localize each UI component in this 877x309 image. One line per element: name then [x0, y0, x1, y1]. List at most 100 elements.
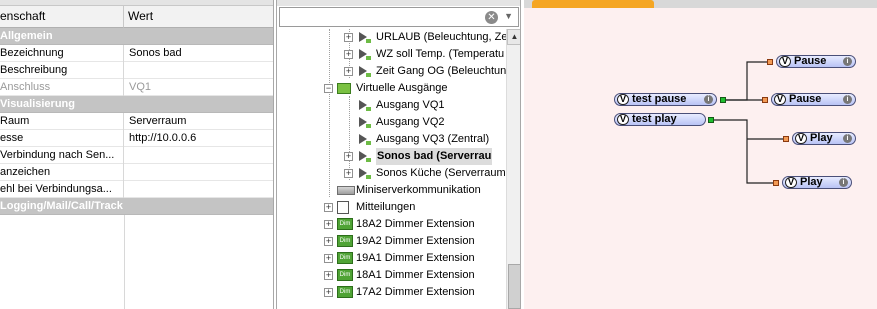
arrow-output-icon [357, 167, 373, 180]
expand-icon[interactable]: + [344, 67, 353, 76]
arrow-output-icon [357, 116, 373, 129]
property-name: Verbindung nach Sen... [0, 147, 124, 164]
dimmer-icon: Dim [337, 269, 353, 281]
output-port[interactable] [720, 97, 726, 103]
input-port[interactable] [783, 136, 789, 142]
search-input[interactable] [280, 8, 480, 26]
dimmer-icon: Dim [337, 286, 353, 298]
property-name: Raum [0, 113, 124, 130]
tree-item-label: Sonos bad (Serverrau [376, 148, 493, 165]
block-label: Play [810, 132, 833, 144]
property-value[interactable]: http://10.0.0.6 [129, 130, 273, 146]
network-icon [337, 186, 355, 195]
virtual-badge: V [795, 133, 807, 144]
expand-icon[interactable]: + [324, 220, 333, 229]
category-visualisierung[interactable]: Visualisierung [0, 96, 273, 113]
expand-icon[interactable]: + [324, 203, 333, 212]
category-label: Logging/Mail/Call/Track [0, 200, 123, 212]
block-label: Play [800, 176, 823, 188]
dimmer-icon: Dim [337, 218, 353, 230]
property-value[interactable]: Sonos bad [129, 45, 273, 61]
tree-item-label: 17A2 Dimmer Extension [356, 286, 475, 298]
property-row-fehler[interactable]: ehl bei Verbindungsa... [0, 181, 273, 198]
dimmer-icon: Dim [337, 235, 353, 247]
expand-icon[interactable]: + [344, 50, 353, 59]
virtual-badge: V [617, 94, 629, 105]
info-icon[interactable]: i [843, 95, 852, 104]
block-label: test pause [632, 93, 687, 105]
tree-item-label: 19A1 Dimmer Extension [356, 252, 475, 264]
expand-icon[interactable]: + [344, 152, 353, 161]
property-name: esse [0, 130, 124, 147]
input-port[interactable] [773, 180, 779, 186]
property-row-kennzeichen[interactable]: anzeichen [0, 164, 273, 181]
block-play-2[interactable]: V Play i [782, 176, 852, 189]
block-label: Pause [789, 93, 822, 105]
property-row-beschreibung[interactable]: Beschreibung [0, 62, 273, 79]
expand-icon[interactable]: + [324, 254, 333, 263]
block-pause-1[interactable]: V Pause i [776, 55, 856, 68]
property-row-adresse[interactable]: esse http://10.0.0.6 [0, 130, 273, 147]
property-row-raum[interactable]: Raum Serverraum [0, 113, 273, 130]
tree-item-label: Mitteilungen [356, 201, 416, 213]
category-logging[interactable]: Logging/Mail/Call/Track [0, 198, 273, 215]
arrow-output-icon [357, 150, 373, 163]
block-play-1[interactable]: V Play i [792, 132, 856, 145]
property-name-column-header[interactable]: enschaft [0, 6, 124, 28]
tree-item-label: Zeit Gang OG (Beleuchtun [376, 65, 507, 77]
info-icon[interactable]: i [843, 134, 852, 143]
property-name: anzeichen [0, 164, 124, 181]
tree-item-label: URLAUB (Beleuchtung, Ze [376, 31, 508, 43]
search-box[interactable]: ✕ ▼ [279, 7, 519, 27]
arrow-output-icon [357, 65, 373, 78]
block-test-play[interactable]: V test play [614, 113, 706, 126]
property-name: ehl bei Verbindungsa... [0, 181, 124, 198]
collapse-icon[interactable]: − [324, 84, 333, 93]
input-port[interactable] [762, 97, 768, 103]
property-name: Anschluss [0, 79, 124, 96]
properties-panel: enschaft Wert Allgemein Bezeichnung Sono… [0, 0, 274, 309]
info-icon[interactable]: i [839, 178, 848, 187]
category-label: Visualisierung [0, 98, 75, 110]
tree-item-label: Miniserverkommunikation [356, 184, 481, 196]
clear-search-icon[interactable]: ✕ [485, 11, 498, 24]
expand-icon[interactable]: + [324, 288, 333, 297]
property-row-verbindung[interactable]: Verbindung nach Sen... [0, 147, 273, 164]
tree-scrollbar[interactable]: ▲ [506, 29, 520, 309]
block-pause-2[interactable]: V Pause i [771, 93, 856, 106]
tree-item-label: Sonos Küche (Serverraum [376, 167, 506, 179]
virtual-badge: V [617, 114, 629, 125]
message-icon [337, 201, 349, 214]
arrow-output-icon [357, 99, 373, 112]
property-name: Beschreibung [0, 62, 124, 79]
chevron-down-icon[interactable]: ▼ [504, 11, 513, 21]
info-icon[interactable]: i [843, 57, 852, 66]
arrow-output-icon [357, 133, 373, 146]
expand-icon[interactable]: + [324, 237, 333, 246]
scroll-up-icon[interactable]: ▲ [507, 29, 520, 45]
category-allgemein[interactable]: Allgemein [0, 28, 273, 45]
property-value[interactable]: Serverraum [129, 113, 273, 129]
tree-panel: ✕ ▼ + URLAUB (Beleuchtung, Ze + WZ soll … [276, 0, 521, 309]
property-row-bezeichnung[interactable]: Bezeichnung Sonos bad [0, 45, 273, 62]
virtual-badge: V [779, 56, 791, 67]
property-row-anschluss: Anschluss VQ1 [0, 79, 273, 96]
folder-icon [337, 83, 351, 94]
tree-item-label: Ausgang VQ3 (Zentral) [376, 133, 490, 145]
column-divider [124, 215, 125, 309]
expand-icon[interactable]: + [324, 271, 333, 280]
scrollbar-thumb[interactable] [508, 264, 520, 309]
logic-diagram-canvas[interactable]: V test pause i V test play V Pause i V P… [524, 0, 877, 309]
property-value-column-header[interactable]: Wert [124, 6, 273, 28]
arrow-output-icon [357, 48, 373, 61]
input-port[interactable] [767, 59, 773, 65]
connection-wires [713, 61, 788, 184]
property-value: VQ1 [129, 81, 152, 93]
object-tree: + URLAUB (Beleuchtung, Ze + WZ soll Temp… [277, 29, 508, 309]
info-icon[interactable]: i [704, 95, 713, 104]
expand-icon[interactable]: + [344, 33, 353, 42]
expand-icon[interactable]: + [344, 169, 353, 178]
block-test-pause[interactable]: V test pause i [614, 93, 717, 106]
dimmer-icon: Dim [337, 252, 353, 264]
output-port[interactable] [708, 117, 714, 123]
